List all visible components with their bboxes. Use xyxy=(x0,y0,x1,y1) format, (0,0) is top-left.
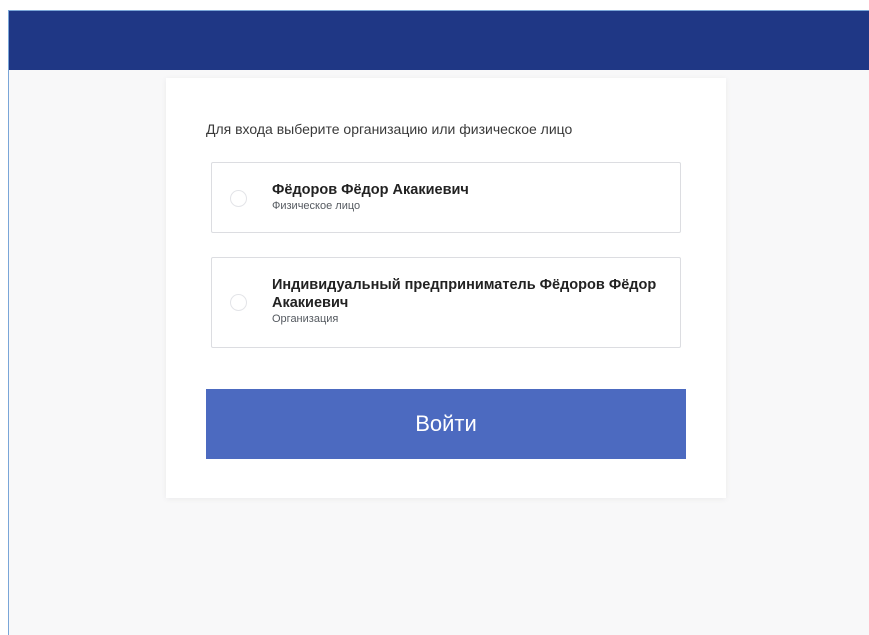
login-card: Для входа выберите организацию или физич… xyxy=(166,78,726,498)
account-option-type: Физическое лицо xyxy=(272,200,361,212)
account-option-title: Индивидуальный предприниматель Фёдоров Ф… xyxy=(272,277,657,311)
radio-button-icon[interactable] xyxy=(230,190,247,207)
account-option-organization[interactable]: Индивидуальный предприниматель Фёдоров Ф… xyxy=(211,257,681,348)
account-option-title: Фёдоров Фёдор Акакиевич xyxy=(272,182,469,198)
select-account-prompt: Для входа выберите организацию или физич… xyxy=(206,121,573,137)
login-button[interactable]: Войти xyxy=(206,389,686,459)
top-header-bar xyxy=(9,11,869,70)
account-option-type: Организация xyxy=(272,313,339,325)
app-window: Для входа выберите организацию или физич… xyxy=(8,10,869,635)
account-option-text: Индивидуальный предприниматель Фёдоров Ф… xyxy=(272,276,660,326)
account-option-text: Фёдоров Фёдор Акакиевич Физическое лицо xyxy=(272,181,660,213)
account-option-individual[interactable]: Фёдоров Фёдор Акакиевич Физическое лицо xyxy=(211,162,681,233)
radio-button-icon[interactable] xyxy=(230,294,247,311)
